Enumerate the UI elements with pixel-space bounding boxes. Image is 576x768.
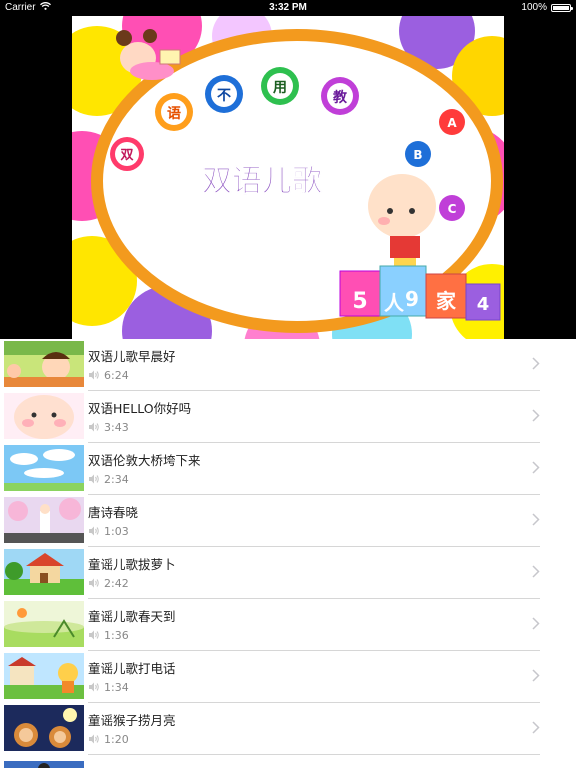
song-duration-text: 1:03 — [104, 524, 129, 538]
song-thumbnail — [4, 601, 84, 647]
abc-ball-a: A — [447, 116, 457, 130]
song-thumbnail — [4, 705, 84, 751]
song-thumbnail — [4, 549, 84, 595]
song-duration: 2:42 — [88, 576, 129, 590]
speaker-icon — [89, 474, 99, 484]
block-char-5: 4 — [477, 294, 490, 315]
song-title: 双语伦敦大桥垮下来 — [88, 453, 201, 468]
chevron-right-icon — [532, 617, 540, 630]
song-duration: 3:43 — [88, 420, 129, 434]
song-thumbnail — [4, 393, 84, 439]
song-row[interactable]: 童谣儿歌拔萝卜 2:42 — [0, 547, 576, 599]
ball-char-5: 教 — [333, 89, 348, 106]
speaker-icon — [89, 526, 99, 536]
speaker-icon — [89, 734, 99, 744]
speaker-icon — [89, 630, 99, 640]
song-title: 双语HELLO你好吗 — [88, 401, 192, 416]
song-row[interactable]: 双语儿歌早晨好 6:24 — [0, 339, 576, 391]
video-player[interactable]: 双 语 不 用 教 A B C 双语儿歌 5 人 9 家 4 — [0, 16, 576, 339]
song-thumbnail — [4, 497, 84, 543]
chevron-right-icon — [532, 669, 540, 682]
song-duration: 2:34 — [88, 472, 129, 486]
song-duration-text: 1:20 — [104, 732, 129, 746]
chevron-right-icon — [532, 513, 540, 526]
song-duration-text: 2:34 — [104, 472, 129, 486]
headline-text: 双语儿歌 — [202, 164, 323, 199]
abc-ball-b: B — [413, 148, 422, 162]
chevron-right-icon — [532, 565, 540, 578]
song-row[interactable]: 双语HELLO你好吗 3:43 — [0, 391, 576, 443]
speaker-icon — [89, 370, 99, 380]
chevron-right-icon — [532, 357, 540, 370]
block-char-3: 9 — [405, 287, 419, 311]
status-bar: Carrier 3:32 PM 100% — [0, 0, 576, 16]
video-artwork: 双 语 不 用 教 A B C 双语儿歌 5 人 9 家 4 — [72, 16, 504, 339]
song-row[interactable]: 唐诗春晓 1:03 — [0, 495, 576, 547]
song-thumbnail — [4, 757, 84, 768]
song-row-partial[interactable] — [0, 755, 576, 768]
song-row[interactable]: 双语伦敦大桥垮下来 2:34 — [0, 443, 576, 495]
song-title: 童谣猴子捞月亮 — [88, 713, 176, 728]
song-duration-text: 1:36 — [104, 628, 129, 642]
song-title: 唐诗春晓 — [88, 505, 139, 520]
song-title: 童谣儿歌春天到 — [88, 609, 176, 624]
chevron-right-icon — [532, 461, 540, 474]
ball-char-3: 不 — [217, 88, 231, 104]
song-title: 双语儿歌早晨好 — [88, 349, 176, 364]
ball-char-2: 语 — [167, 106, 181, 122]
chevron-right-icon — [532, 409, 540, 422]
chevron-right-icon — [532, 721, 540, 734]
block-char-2: 人 — [384, 291, 405, 315]
song-duration: 6:24 — [88, 368, 129, 382]
speaker-icon — [89, 578, 99, 588]
speaker-icon — [89, 422, 99, 432]
speaker-icon — [89, 682, 99, 692]
block-char-4: 家 — [436, 289, 457, 313]
song-row[interactable]: 童谣猴子捞月亮 1:20 — [0, 703, 576, 755]
status-time: 3:32 PM — [269, 2, 307, 13]
song-duration: 1:03 — [88, 524, 129, 538]
song-duration: 1:20 — [88, 732, 129, 746]
battery-percent: 100% — [521, 2, 547, 13]
battery-icon — [551, 3, 573, 12]
video-frame[interactable]: 双 语 不 用 教 A B C 双语儿歌 5 人 9 家 4 — [72, 16, 504, 339]
song-row[interactable]: 童谣儿歌打电话 1:34 — [0, 651, 576, 703]
abc-ball-c: C — [448, 202, 457, 216]
song-row[interactable]: 童谣儿歌春天到 1:36 — [0, 599, 576, 651]
block-char-1: 5 — [352, 289, 367, 314]
song-title: 童谣儿歌拔萝卜 — [88, 557, 176, 572]
song-duration-text: 6:24 — [104, 368, 129, 382]
song-list: 双语儿歌早晨好 6:24 双语HELLO你好吗 3:43 双语伦敦大桥垮下来 2… — [0, 339, 576, 768]
status-right: 100% — [521, 2, 573, 13]
song-thumbnail — [4, 445, 84, 491]
song-duration-text: 1:34 — [104, 680, 129, 694]
song-duration: 1:36 — [88, 628, 129, 642]
ball-char-1: 双 — [120, 148, 133, 163]
song-duration-text: 2:42 — [104, 576, 129, 590]
ball-char-4: 用 — [273, 80, 287, 96]
song-thumbnail — [4, 341, 84, 387]
song-duration: 1:34 — [88, 680, 129, 694]
song-title: 童谣儿歌打电话 — [88, 661, 176, 676]
song-thumbnail — [4, 653, 84, 699]
song-duration-text: 3:43 — [104, 420, 129, 434]
